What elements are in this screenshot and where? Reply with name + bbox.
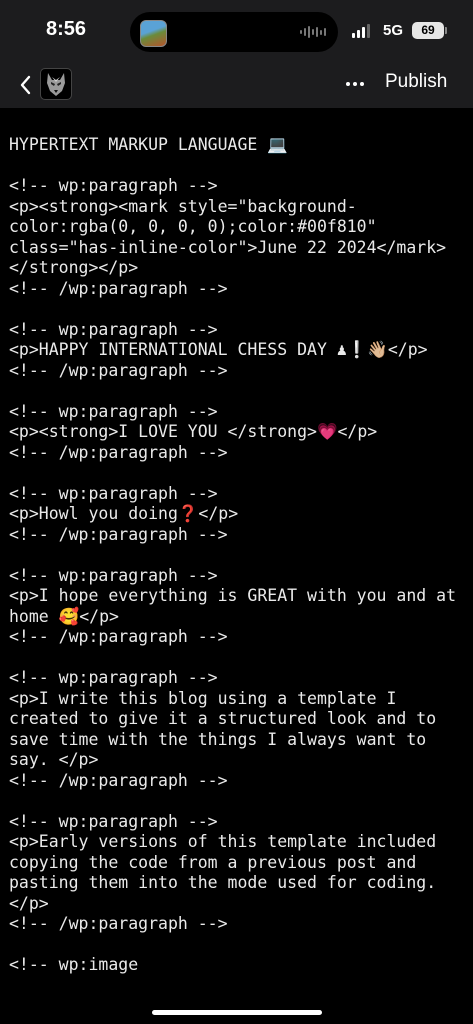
home-bar-area bbox=[0, 987, 473, 1024]
home-indicator[interactable] bbox=[152, 1010, 322, 1015]
publish-button[interactable]: Publish bbox=[385, 71, 465, 93]
editor-toolbar: Publish bbox=[0, 62, 473, 108]
ellipsis-icon bbox=[346, 82, 364, 86]
wolf-icon bbox=[47, 73, 65, 96]
live-activity-app-icon[interactable] bbox=[140, 20, 167, 47]
back-button[interactable] bbox=[14, 70, 42, 100]
audio-waveform-icon bbox=[300, 25, 326, 39]
dynamic-island[interactable] bbox=[130, 12, 338, 52]
chevron-left-icon bbox=[20, 75, 31, 95]
status-time: 8:56 bbox=[46, 18, 87, 40]
status-bar: 8:56 5G 69 bbox=[0, 0, 473, 62]
cellular-signal-icon bbox=[352, 24, 370, 38]
battery-icon: 69 bbox=[412, 22, 444, 39]
more-options-button[interactable] bbox=[342, 74, 370, 94]
html-code-editor[interactable]: HYPERTEXT MARKUP LANGUAGE 💻 <!-- wp:para… bbox=[9, 135, 464, 987]
network-type: 5G bbox=[383, 22, 404, 39]
battery-tip bbox=[445, 27, 447, 34]
wolf-avatar-icon[interactable] bbox=[40, 68, 72, 100]
